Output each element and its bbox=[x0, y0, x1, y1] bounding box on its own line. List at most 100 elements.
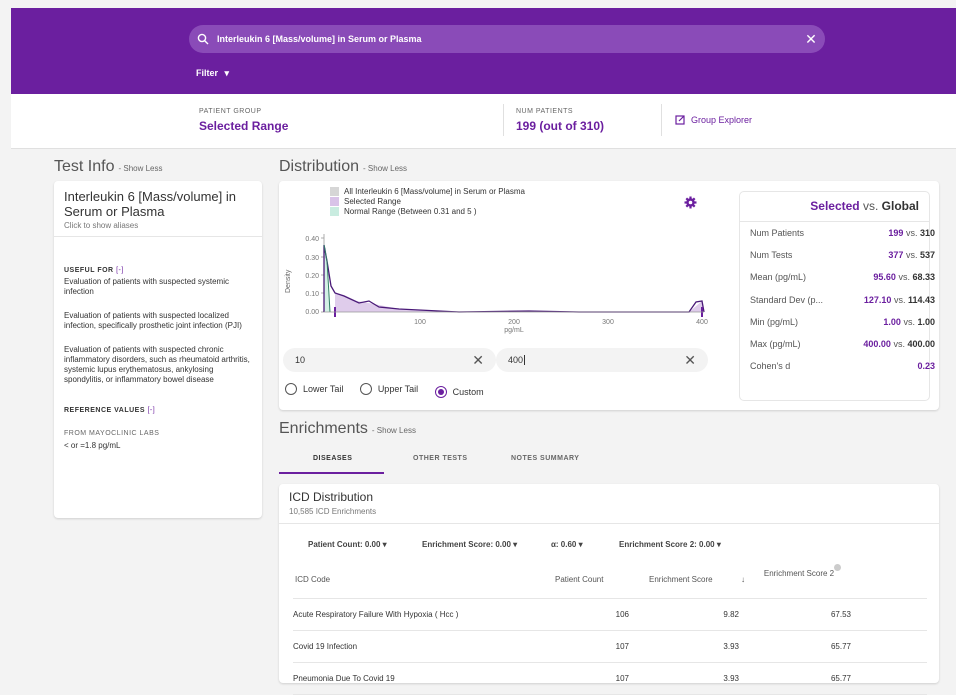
enrichments-title: Enrichments bbox=[279, 420, 368, 437]
test-info-title: Test Info bbox=[54, 158, 115, 175]
enrichments-show-less[interactable]: - Show Less bbox=[372, 426, 416, 435]
cell-enrichment-score: 9.82 bbox=[723, 610, 739, 619]
radio-upper-tail[interactable]: Upper Tail bbox=[359, 383, 419, 395]
density-line-all bbox=[323, 244, 705, 313]
y-tick: 0.20 bbox=[305, 273, 319, 280]
y-axis-label: Density bbox=[285, 269, 292, 293]
cell-enrichment-score-2: 67.53 bbox=[830, 610, 851, 619]
useful-item: Evaluation of patients with suspected ch… bbox=[64, 345, 250, 384]
table-header: ICD Code Patient Count Enrichment Score … bbox=[293, 564, 927, 599]
y-tick: 0.30 bbox=[305, 255, 319, 262]
column-patient-count[interactable]: Patient Count bbox=[555, 575, 603, 584]
group-explorer-label: Group Explorer bbox=[691, 115, 753, 125]
tail-radio-group: Lower Tail Upper Tail Custom bbox=[285, 382, 496, 400]
num-patients: NUM PATIENTS 199 (out of 310) bbox=[516, 108, 604, 133]
tab-indicator bbox=[279, 472, 384, 474]
tab-diseases[interactable]: DISEASES bbox=[313, 455, 352, 462]
enrichments-heading: Enrichments - Show Less bbox=[279, 420, 416, 438]
patient-group-value: Selected Range bbox=[199, 119, 289, 133]
stats-vs-label: vs. bbox=[862, 199, 879, 213]
radio-lower-tail[interactable]: Lower Tail bbox=[285, 383, 343, 395]
table-row[interactable]: Pneumonia Due To Covid 19 107 3.93 65.77 bbox=[293, 663, 927, 695]
cell-enrichment-score-2: 65.77 bbox=[830, 674, 851, 683]
num-patients-value: 199 (out of 310) bbox=[516, 119, 605, 133]
icd-card: ICD Distribution 10,585 ICD Enrichments … bbox=[279, 484, 939, 695]
table-row[interactable]: Covid 19 Infection 107 3.93 65.77 bbox=[293, 631, 927, 663]
cell-icd-code: Covid 19 Infection bbox=[293, 642, 358, 651]
stats-row: Num Tests 377 vs. 537 bbox=[750, 250, 935, 260]
legend-swatch bbox=[330, 196, 339, 206]
tab-other-tests[interactable]: OTHER TESTS bbox=[413, 455, 468, 462]
chart-legend: All Interleukin 6 [Mass/volume] in Serum… bbox=[330, 186, 525, 216]
divider bbox=[661, 104, 662, 136]
sort-arrow-icon[interactable]: ↓ bbox=[741, 575, 745, 584]
show-aliases-link[interactable]: Click to show aliases bbox=[64, 221, 252, 230]
top-bar: Interleukin 6 [Mass/volume] in Serum or … bbox=[11, 8, 956, 94]
info-icon[interactable] bbox=[834, 564, 841, 571]
clear-min-icon[interactable]: ✕ bbox=[472, 352, 484, 369]
legend-swatch bbox=[330, 186, 339, 196]
icd-title: ICD Distribution bbox=[289, 490, 374, 504]
radio-label: Custom bbox=[452, 387, 484, 397]
radio-custom[interactable]: Custom bbox=[434, 386, 484, 398]
max-value-input[interactable]: 400 ✕ bbox=[496, 348, 708, 372]
patient-group: PATIENT GROUP Selected Range bbox=[199, 108, 288, 133]
legend-item-normal[interactable]: Normal Range (Between 0.31 and 5 ) bbox=[330, 206, 525, 216]
legend-item-selected[interactable]: Selected Range bbox=[330, 196, 525, 206]
stats-row: Min (pg/mL) 1.00 vs. 1.00 bbox=[750, 317, 935, 327]
open-external-icon bbox=[675, 115, 685, 125]
reference-values-label: REFERENCE VALUES [-] bbox=[64, 407, 156, 414]
legend-item-all[interactable]: All Interleukin 6 [Mass/volume] in Serum… bbox=[330, 186, 525, 196]
column-enrichment-score[interactable]: Enrichment Score bbox=[649, 575, 713, 584]
filter-alpha[interactable]: α: 0.60 ▾ bbox=[551, 540, 583, 549]
min-value-text: 10 bbox=[295, 355, 306, 365]
search-input[interactable]: Interleukin 6 [Mass/volume] in Serum or … bbox=[217, 34, 797, 44]
filter-enrichment-score-2[interactable]: Enrichment Score 2: 0.00 ▾ bbox=[619, 540, 721, 549]
max-value-text: 400 bbox=[508, 355, 524, 365]
clear-search-icon[interactable]: ✕ bbox=[797, 31, 825, 48]
distribution-title: Distribution bbox=[279, 158, 360, 175]
x-tick: 300 bbox=[602, 319, 614, 326]
distribution-show-less[interactable]: - Show Less bbox=[363, 164, 407, 173]
filter-button[interactable]: Filter ▾ bbox=[196, 68, 229, 79]
cell-icd-code: Pneumonia Due To Covid 19 bbox=[293, 674, 395, 683]
useful-item: Evaluation of patients with suspected sy… bbox=[64, 277, 229, 296]
tab-notes-summary[interactable]: NOTES SUMMARY bbox=[511, 455, 579, 462]
min-value-input[interactable]: 10 ✕ bbox=[283, 348, 496, 372]
stats-global-label: Global bbox=[881, 199, 919, 213]
search-icon bbox=[189, 33, 217, 45]
stats-row: Max (pg/mL) 400.00 vs. 400.00 bbox=[750, 339, 935, 349]
test-info-show-less[interactable]: - Show Less bbox=[118, 164, 162, 173]
legend-label: Normal Range (Between 0.31 and 5 ) bbox=[344, 206, 477, 216]
group-explorer-link[interactable]: Group Explorer bbox=[675, 115, 752, 125]
legend-label: All Interleukin 6 [Mass/volume] in Serum… bbox=[344, 186, 525, 196]
stats-card: Selected vs. Global Num Patients 199 vs. … bbox=[740, 192, 935, 400]
cell-patient-count: 107 bbox=[615, 674, 629, 683]
table-row[interactable]: Acute Respiratory Failure With Hypoxia (… bbox=[293, 599, 927, 631]
x-tick: 400 bbox=[696, 319, 708, 326]
density-chart[interactable]: Density 0.40 0.30 0.20 0.10 0.00 100 200… bbox=[279, 231, 719, 346]
stats-row: Num Patients 199 vs. 310 bbox=[750, 228, 935, 238]
column-icd-code[interactable]: ICD Code bbox=[295, 575, 330, 584]
reference-values-toggle[interactable]: [-] bbox=[147, 407, 155, 414]
settings-gear-icon[interactable] bbox=[684, 196, 697, 209]
test-info-card: Interleukin 6 [Mass/volume] in Serum or … bbox=[54, 181, 262, 518]
x-tick: 100 bbox=[414, 319, 426, 326]
stats-header: Selected vs. Global bbox=[810, 199, 919, 213]
clear-max-icon[interactable]: ✕ bbox=[684, 352, 696, 369]
source-label: FROM MAYOCLINIC LABS bbox=[64, 430, 160, 437]
column-enrichment-score-2[interactable]: Enrichment Score 2 bbox=[759, 568, 839, 579]
radio-label: Lower Tail bbox=[303, 384, 344, 394]
filter-patient-count[interactable]: Patient Count: 0.00 ▾ bbox=[308, 540, 387, 549]
search-bar[interactable]: Interleukin 6 [Mass/volume] in Serum or … bbox=[189, 25, 825, 53]
group-summary: PATIENT GROUP Selected Range NUM PATIENT… bbox=[11, 94, 956, 149]
test-info-heading: Test Info - Show Less bbox=[54, 158, 163, 176]
cell-enrichment-score-2: 65.77 bbox=[830, 642, 851, 651]
radio-label: Upper Tail bbox=[377, 384, 419, 394]
cell-icd-code: Acute Respiratory Failure With Hypoxia (… bbox=[293, 610, 459, 619]
cell-patient-count: 107 bbox=[615, 642, 629, 651]
reference-value: < or =1.8 pg/mL bbox=[64, 441, 121, 450]
useful-for-toggle[interactable]: [-] bbox=[116, 267, 124, 274]
selected-range-area bbox=[335, 293, 704, 312]
filter-enrichment-score[interactable]: Enrichment Score: 0.00 ▾ bbox=[422, 540, 517, 549]
